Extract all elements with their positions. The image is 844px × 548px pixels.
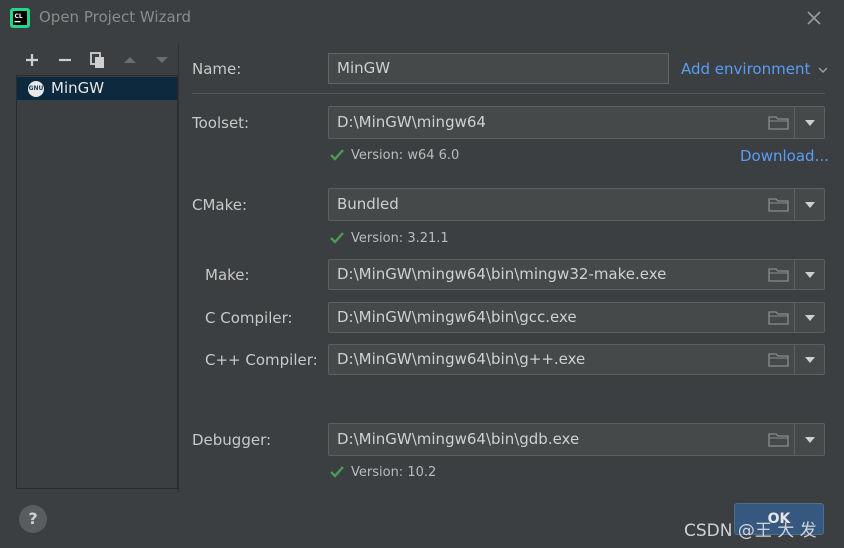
cmake-label: CMake: — [192, 196, 248, 214]
window-title: Open Project Wizard — [39, 8, 192, 26]
move-up-icon[interactable] — [121, 51, 139, 69]
svg-text:CL: CL — [15, 13, 23, 20]
toolset-version: Version: w64 6.0 — [351, 148, 460, 163]
close-icon[interactable] — [804, 8, 824, 28]
folder-icon[interactable] — [768, 351, 790, 367]
cmake-version: Version: 3.21.1 — [351, 231, 449, 246]
toolset-value: D:\MinGW\mingw64 — [337, 113, 486, 131]
add-environment-link[interactable]: Add environment — [681, 60, 828, 78]
list-item-label: MinGW — [51, 79, 105, 97]
dropdown-arrow-icon[interactable] — [804, 313, 816, 323]
toolset-combo[interactable]: D:\MinGW\mingw64 — [328, 106, 825, 139]
cpp-compiler-value: D:\MinGW\mingw64\bin\g++.exe — [337, 350, 586, 368]
debugger-combo[interactable]: D:\MinGW\mingw64\bin\gdb.exe — [328, 423, 825, 456]
name-label: Name: — [192, 60, 242, 78]
dropdown-arrow-icon[interactable] — [804, 270, 816, 280]
toolchain-list[interactable] — [16, 75, 178, 489]
cmake-value: Bundled — [337, 195, 399, 213]
clion-logo-icon: CL — [10, 8, 30, 28]
header-separator — [192, 93, 825, 94]
gnu-icon: GNU — [28, 81, 44, 97]
watermark-text: CSDN @王 大 发 — [684, 521, 817, 541]
check-icon — [330, 232, 344, 244]
help-button[interactable]: ? — [19, 505, 47, 533]
c-compiler-combo[interactable]: D:\MinGW\mingw64\bin\gcc.exe — [328, 302, 825, 333]
list-item-mingw[interactable]: GNU MinGW — [17, 77, 177, 100]
add-icon[interactable] — [23, 51, 41, 69]
make-combo[interactable]: D:\MinGW\mingw64\bin\mingw32-make.exe — [328, 259, 825, 290]
debugger-version: Version: 10.2 — [351, 465, 437, 480]
move-down-icon[interactable] — [153, 51, 171, 69]
make-value: D:\MinGW\mingw64\bin\mingw32-make.exe — [337, 265, 667, 283]
cmake-combo[interactable]: Bundled — [328, 188, 825, 221]
add-environment-label: Add environment — [681, 60, 811, 78]
cpp-compiler-label: C++ Compiler: — [205, 351, 318, 369]
pane-divider[interactable] — [178, 44, 179, 492]
debugger-value: D:\MinGW\mingw64\bin\gdb.exe — [337, 430, 580, 448]
remove-icon[interactable] — [56, 51, 74, 69]
dropdown-arrow-icon[interactable] — [804, 118, 816, 128]
check-icon — [330, 149, 344, 161]
toolset-label: Toolset: — [192, 114, 250, 132]
folder-icon[interactable] — [768, 431, 790, 447]
dropdown-arrow-icon[interactable] — [804, 355, 816, 365]
cpp-compiler-combo[interactable]: D:\MinGW\mingw64\bin\g++.exe — [328, 344, 825, 375]
check-icon — [330, 466, 344, 478]
folder-icon[interactable] — [768, 266, 790, 282]
copy-icon[interactable] — [88, 51, 106, 69]
folder-icon[interactable] — [768, 114, 790, 130]
c-compiler-value: D:\MinGW\mingw64\bin\gcc.exe — [337, 308, 577, 326]
download-link[interactable]: Download... — [740, 147, 829, 165]
folder-icon[interactable] — [768, 196, 790, 212]
name-input[interactable]: MinGW — [328, 53, 669, 84]
dropdown-arrow-icon[interactable] — [804, 435, 816, 445]
debugger-label: Debugger: — [192, 431, 272, 449]
dropdown-arrow-icon[interactable] — [804, 200, 816, 210]
make-label: Make: — [205, 266, 250, 284]
chevron-down-icon — [818, 67, 828, 74]
folder-icon[interactable] — [768, 309, 790, 325]
c-compiler-label: C Compiler: — [205, 309, 293, 327]
